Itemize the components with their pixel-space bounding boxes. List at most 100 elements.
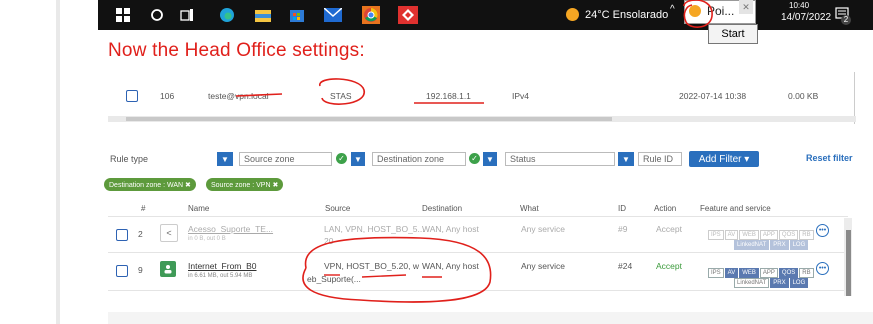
chevron-down-icon[interactable]: ▼ (351, 152, 365, 166)
feature-tags-2: LinkedNAT PRX LOG (734, 233, 809, 251)
rule-name[interactable]: Acesso_Suporte_TE... (188, 224, 273, 234)
header-divider (108, 216, 848, 217)
feature-tag: PRX (770, 240, 789, 250)
filter-rule-type[interactable]: Rule type (110, 154, 148, 164)
feature-tag: IPS (708, 230, 724, 240)
row-divider (108, 252, 848, 253)
filter-chip-destination[interactable]: Destination zone : WAN ✖ (104, 178, 196, 191)
filter-source-zone[interactable]: Source zone (239, 152, 332, 166)
rule-traffic: in 0 B, out 0 B (188, 236, 226, 242)
app-popup[interactable]: Poi... ✕ (684, 0, 756, 24)
scrollbar-thumb[interactable] (126, 117, 612, 121)
col-source[interactable]: Source (325, 204, 350, 213)
row-checkbox[interactable] (116, 265, 128, 277)
rule-action: Accept (656, 261, 682, 271)
rule-source: VPN, HOST_BO_5.20, w (324, 261, 419, 271)
more-options-icon[interactable]: ••• (816, 262, 829, 275)
rule-number: 2 (138, 229, 143, 239)
filter-status[interactable]: Status (505, 152, 615, 166)
col-action[interactable]: Action (654, 204, 676, 213)
col-what[interactable]: What (520, 204, 539, 213)
rule-number: 9 (138, 265, 143, 275)
store-icon[interactable] (288, 6, 306, 24)
firewall-rules-panel: Rule type ▼ Source zone ✓ ▼ Destination … (104, 130, 873, 315)
clock-time[interactable]: 10:40 (789, 1, 809, 10)
add-filter-label: Add Filter (698, 153, 742, 165)
row-ip-version: IPv4 (512, 91, 530, 101)
rule-id: #9 (618, 224, 628, 234)
rule-id: #24 (618, 261, 633, 271)
col-name[interactable]: Name (188, 204, 209, 213)
file-explorer-icon[interactable] (254, 6, 272, 24)
row-ip: 192.168.1.1 (426, 91, 471, 101)
col-features[interactable]: Feature and service (700, 204, 771, 213)
filter-status-label: Status (510, 154, 536, 164)
more-options-icon[interactable]: ••• (816, 224, 829, 237)
row-method: STAS (330, 91, 352, 101)
filter-rule-id-label: Rule ID (643, 154, 674, 164)
rule-service: Any service (521, 261, 565, 271)
row-checkbox[interactable] (116, 229, 128, 241)
col-number[interactable]: # (141, 204, 145, 213)
share-icon[interactable]: < (160, 224, 178, 242)
add-filter-button[interactable]: Add Filter ▾ (689, 151, 759, 167)
rule-destination: WAN, Any host (422, 261, 479, 271)
anydesk-icon[interactable] (398, 6, 418, 24)
task-view-icon[interactable] (178, 6, 196, 24)
row-checkbox[interactable] (126, 90, 138, 102)
rule-service: Any service (521, 224, 565, 234)
table-row[interactable]: 106 teste@vpn.local STAS 192.168.1.1 IPv… (108, 76, 856, 117)
rule-source-more: eb_Suporte(... (307, 274, 361, 284)
row-id: 106 (160, 91, 175, 101)
col-id[interactable]: ID (618, 204, 626, 213)
mail-icon[interactable] (324, 6, 342, 24)
notification-count: 2 (841, 15, 851, 25)
start-tooltip: Start (708, 24, 758, 44)
filter-destination-zone-label: Destination zone (377, 154, 445, 164)
filter-rule-id[interactable]: Rule ID (638, 152, 682, 166)
feature-tag: LinkedNAT (734, 240, 770, 250)
feature-tags-2: LinkedNAT PRX LOG (734, 271, 809, 289)
row-divider (108, 290, 848, 291)
feature-tag: PRX (770, 278, 789, 288)
search-icon[interactable] (148, 6, 166, 24)
check-icon: ✓ (336, 153, 347, 164)
row-timestamp: 2022-07-14 10:38 (679, 91, 747, 101)
col-destination[interactable]: Destination (422, 204, 462, 213)
page-title: Now the Head Office settings: (108, 40, 365, 61)
panel-footer (108, 312, 873, 324)
feature-tag: LOG (789, 278, 809, 288)
chrome-icon[interactable] (362, 6, 380, 24)
rule-destination: WAN, Any host (422, 224, 479, 234)
left-rail-divider (56, 0, 60, 324)
feature-tag: IPS (708, 268, 724, 278)
feature-tag: LOG (789, 240, 809, 250)
filter-source-zone-label: Source zone (244, 154, 295, 164)
app-popup-text: Poi... (707, 4, 735, 18)
rule-traffic: in 6.61 MB, out 5.94 MB (188, 273, 253, 279)
clock-date[interactable]: 14/07/2022 (781, 12, 831, 23)
chevron-down-icon[interactable]: ▼ (217, 152, 233, 166)
chevron-up-icon[interactable]: ^ (670, 4, 675, 15)
rule-source: LAN, VPN, HOST_BO_5... (324, 224, 425, 234)
filter-chip-source[interactable]: Source zone : VPN ✖ (206, 178, 284, 191)
weather-text[interactable]: 24°C Ensolarado (585, 9, 668, 21)
row-user[interactable]: teste@vpn.local (208, 91, 269, 101)
check-icon: ✓ (469, 153, 480, 164)
filter-destination-zone[interactable]: Destination zone (372, 152, 466, 166)
weather-icon[interactable] (566, 8, 579, 21)
user-rule-icon[interactable] (160, 261, 176, 277)
feature-tag: LinkedNAT (734, 278, 770, 288)
row-data: 0.00 KB (788, 91, 819, 101)
rule-name[interactable]: Internet_From_B0 (188, 261, 257, 271)
chevron-down-icon[interactable]: ▼ (618, 152, 634, 166)
reset-filter-link[interactable]: Reset filter (806, 153, 853, 163)
windows-icon[interactable] (114, 6, 132, 24)
rule-source-more: 20 (324, 236, 334, 246)
vertical-scrollbar-thumb[interactable] (846, 230, 851, 296)
left-rail (0, 0, 58, 324)
close-icon[interactable]: ✕ (739, 0, 753, 14)
app-popup-icon (689, 5, 701, 17)
edge-icon[interactable] (218, 6, 236, 24)
chevron-down-icon[interactable]: ▼ (483, 152, 497, 166)
